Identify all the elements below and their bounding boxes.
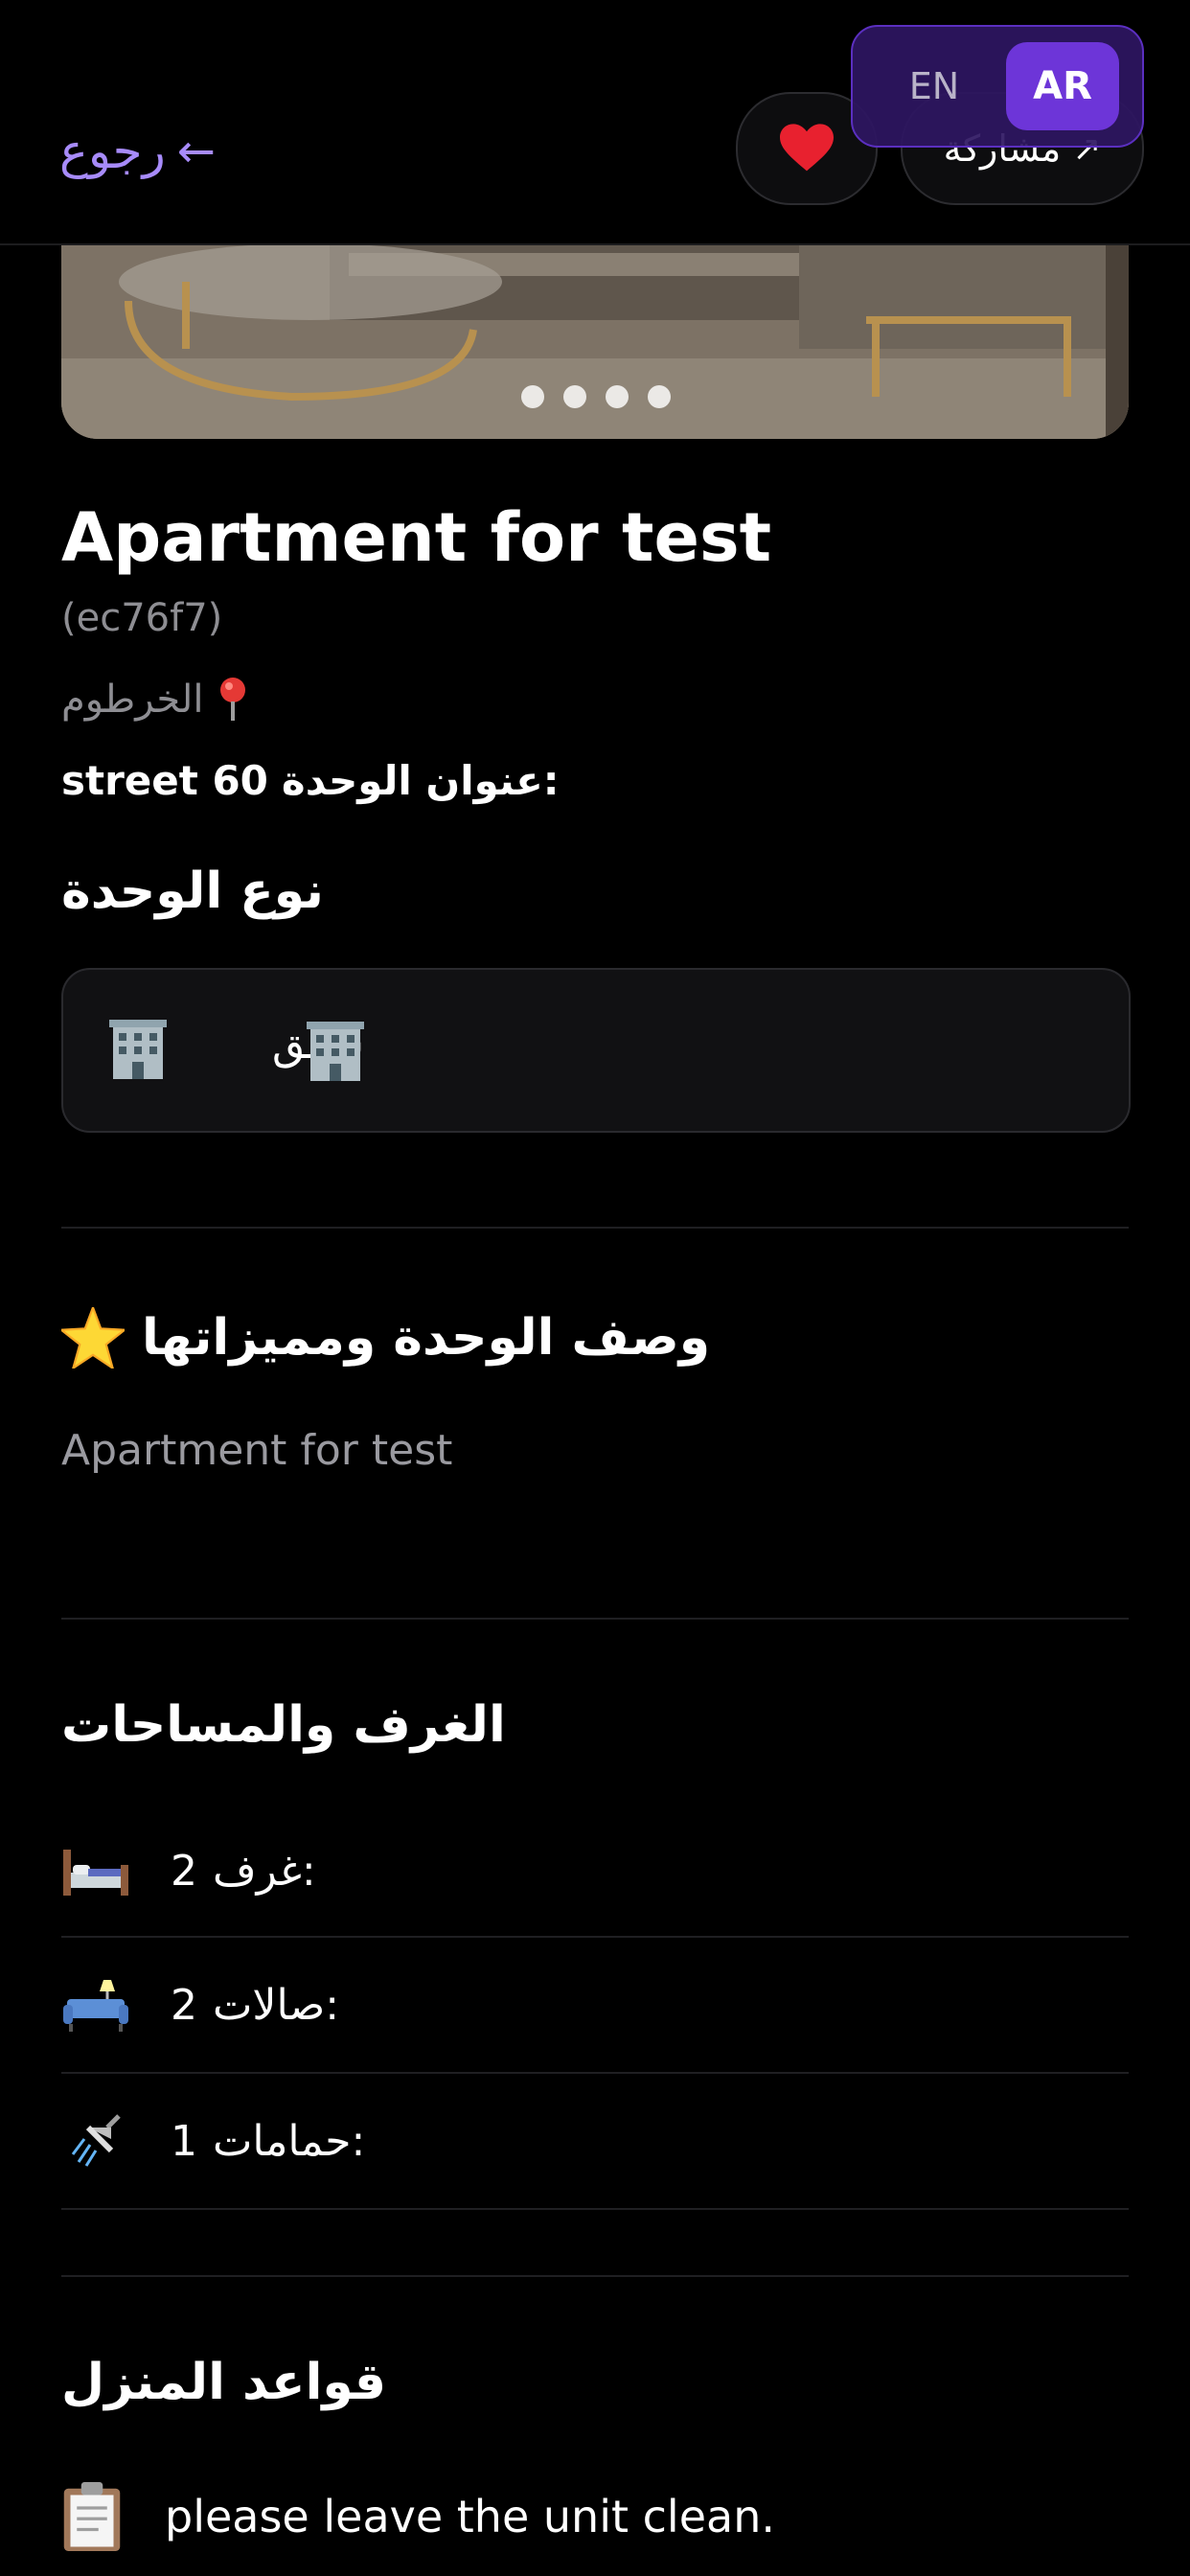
rooms-heading: الغرف والمساحات bbox=[61, 1696, 506, 1754]
gallery-dot[interactable] bbox=[563, 385, 586, 408]
rule-text: please leave the unit clean. bbox=[165, 2491, 775, 2542]
back-label: رجوع bbox=[59, 124, 166, 179]
address-value: street 60 bbox=[61, 757, 268, 804]
unit-type-heading: نوع الوحدة bbox=[61, 862, 324, 920]
clipboard-icon bbox=[63, 2482, 121, 2551]
sofa-icon bbox=[63, 1980, 128, 2032]
bed-icon bbox=[63, 1850, 128, 1896]
halls-value: 2 bbox=[171, 1980, 197, 2030]
language-toggle: EN AR bbox=[851, 25, 1144, 148]
room-row-bathrooms: 1 حمامات: bbox=[61, 2074, 1129, 2208]
divider bbox=[61, 2275, 1129, 2277]
bedrooms-label: غرف: bbox=[213, 1846, 316, 1896]
halls-label: صالات: bbox=[213, 1980, 340, 2030]
photo-gallery[interactable] bbox=[61, 243, 1129, 439]
rules-heading: قواعد المنزل bbox=[61, 2354, 387, 2411]
unit-type-card: شقق bbox=[61, 968, 1131, 1133]
listing-address: street 60 عنوان الوحدة: bbox=[61, 757, 560, 804]
description-text: Apartment for test bbox=[61, 1426, 453, 1475]
back-button[interactable]: رجوع ← bbox=[59, 113, 216, 190]
building-icon bbox=[307, 1022, 364, 1081]
rule-item: please leave the unit clean. bbox=[61, 2482, 775, 2551]
bathrooms-value: 1 bbox=[171, 2116, 197, 2166]
heart-icon bbox=[780, 124, 834, 172]
room-row-bedrooms: 2 غرف: bbox=[61, 1804, 1129, 1938]
star-icon bbox=[61, 1307, 125, 1368]
pin-icon bbox=[220, 678, 246, 721]
listing-title: Apartment for test bbox=[61, 498, 772, 577]
divider bbox=[61, 1227, 1129, 1229]
gallery-dot[interactable] bbox=[521, 385, 544, 408]
gallery-dot[interactable] bbox=[648, 385, 671, 408]
arrow-left-icon: ← bbox=[176, 125, 216, 178]
lang-en-button[interactable]: EN bbox=[862, 38, 1006, 134]
bathrooms-label: حمامات: bbox=[213, 2116, 366, 2166]
listing-code: (ec76f7) bbox=[61, 596, 223, 640]
room-row-halls: 2 صالات: bbox=[61, 1938, 1129, 2072]
shower-icon bbox=[71, 2114, 121, 2167]
listing-location: الخرطوم bbox=[61, 677, 249, 723]
building-icon bbox=[109, 1020, 167, 1079]
address-label: عنوان الوحدة: bbox=[281, 757, 560, 804]
divider bbox=[61, 1618, 1129, 1620]
description-heading-row: وصف الوحدة ومميزاتها bbox=[61, 1307, 710, 1368]
gallery-dot[interactable] bbox=[606, 385, 629, 408]
location-text: الخرطوم bbox=[61, 678, 204, 722]
bedrooms-value: 2 bbox=[171, 1846, 197, 1896]
description-heading: وصف الوحدة ومميزاتها bbox=[142, 1309, 711, 1367]
lang-ar-button[interactable]: AR bbox=[1006, 42, 1119, 130]
gallery-photo bbox=[61, 243, 1129, 439]
top-bar: رجوع ← مشاركة ↗ EN AR bbox=[0, 0, 1190, 245]
row-divider bbox=[61, 2208, 1129, 2210]
